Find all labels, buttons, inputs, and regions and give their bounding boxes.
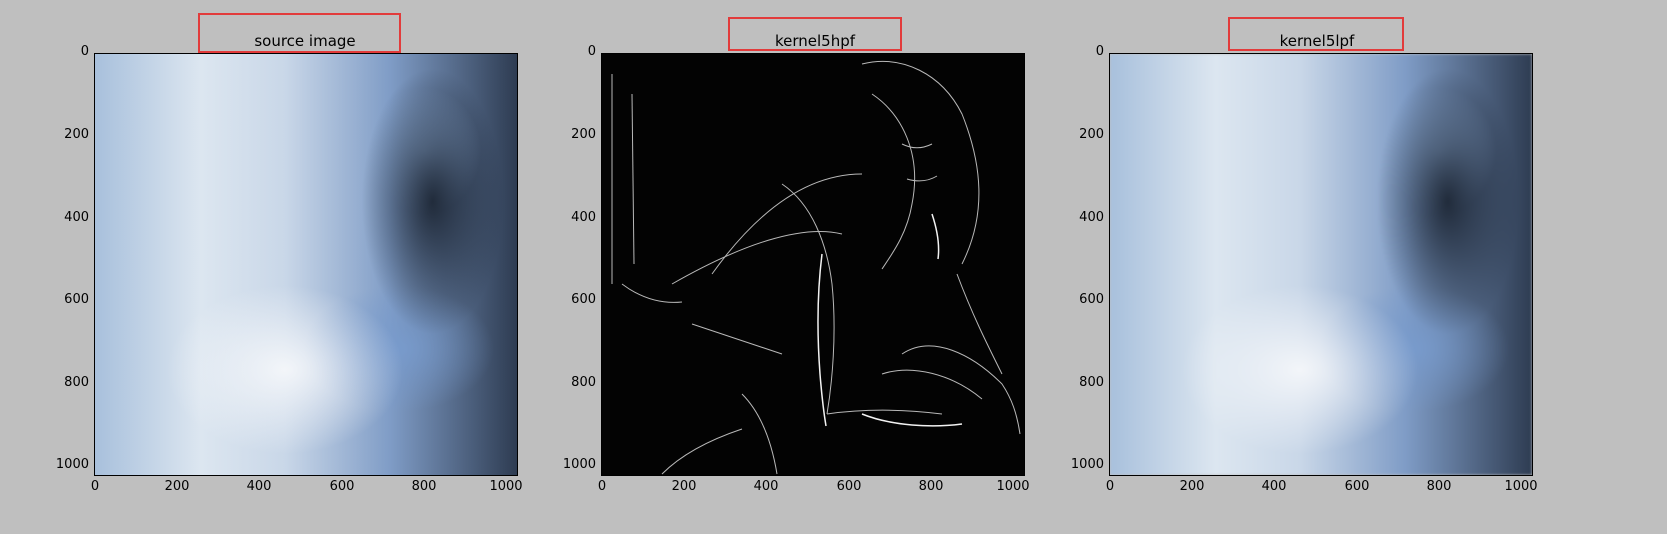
y-tick-label: 400 <box>1079 210 1104 225</box>
y-tick-label: 600 <box>64 292 89 307</box>
y-tick-label: 1000 <box>55 457 89 472</box>
x-tick-label: 600 <box>329 479 355 494</box>
edge-image <box>602 54 1024 475</box>
x-tick-label: 800 <box>918 479 944 494</box>
x-tick-label: 400 <box>246 479 272 494</box>
y-tick-label: 400 <box>64 210 89 225</box>
panel-source-image: source image 0 200 400 600 800 1000 0 20… <box>0 0 523 534</box>
y-tick-label: 600 <box>571 292 596 307</box>
x-tick-label: 200 <box>1179 479 1205 494</box>
y-tick-label: 200 <box>571 127 596 142</box>
y-tick-label: 600 <box>1079 292 1104 307</box>
panel-title: kernel5lpf <box>1279 32 1355 50</box>
y-tick-label: 0 <box>1095 44 1104 59</box>
edge-lines <box>611 60 1021 475</box>
y-tick-label: 1000 <box>1070 457 1104 472</box>
y-tick-label: 400 <box>571 210 596 225</box>
x-tick-label: 0 <box>597 479 607 494</box>
x-tick-label: 600 <box>836 479 862 494</box>
x-tick-label: 1000 <box>1504 479 1538 494</box>
x-tick-label: 400 <box>753 479 779 494</box>
x-tick-label: 400 <box>1261 479 1287 494</box>
y-tick-label: 0 <box>587 44 596 59</box>
x-tick-label: 200 <box>671 479 697 494</box>
x-tick-label: 0 <box>1105 479 1115 494</box>
x-tick-label: 800 <box>1426 479 1452 494</box>
image-plot <box>1109 53 1533 476</box>
y-tick-label: 800 <box>1079 375 1104 390</box>
x-tick-label: 200 <box>164 479 190 494</box>
y-tick-label: 200 <box>64 127 89 142</box>
panel-kernel5hpf: kernel5hpf 0 200 400 600 800 1000 0 200 … <box>508 0 1030 534</box>
x-tick-label: 800 <box>411 479 437 494</box>
y-tick-label: 800 <box>571 375 596 390</box>
panel-kernel5lpf: kernel5lpf 0 200 400 600 800 1000 0 200 … <box>1015 0 1538 534</box>
image-plot <box>94 53 518 476</box>
y-tick-label: 800 <box>64 375 89 390</box>
lowpass-photo <box>1110 54 1532 475</box>
y-tick-label: 200 <box>1079 127 1104 142</box>
image-plot <box>601 53 1025 476</box>
y-tick-label: 1000 <box>562 457 596 472</box>
x-tick-label: 600 <box>1344 479 1370 494</box>
y-tick-label: 0 <box>80 44 89 59</box>
x-tick-label: 0 <box>90 479 100 494</box>
source-photo <box>95 54 517 475</box>
